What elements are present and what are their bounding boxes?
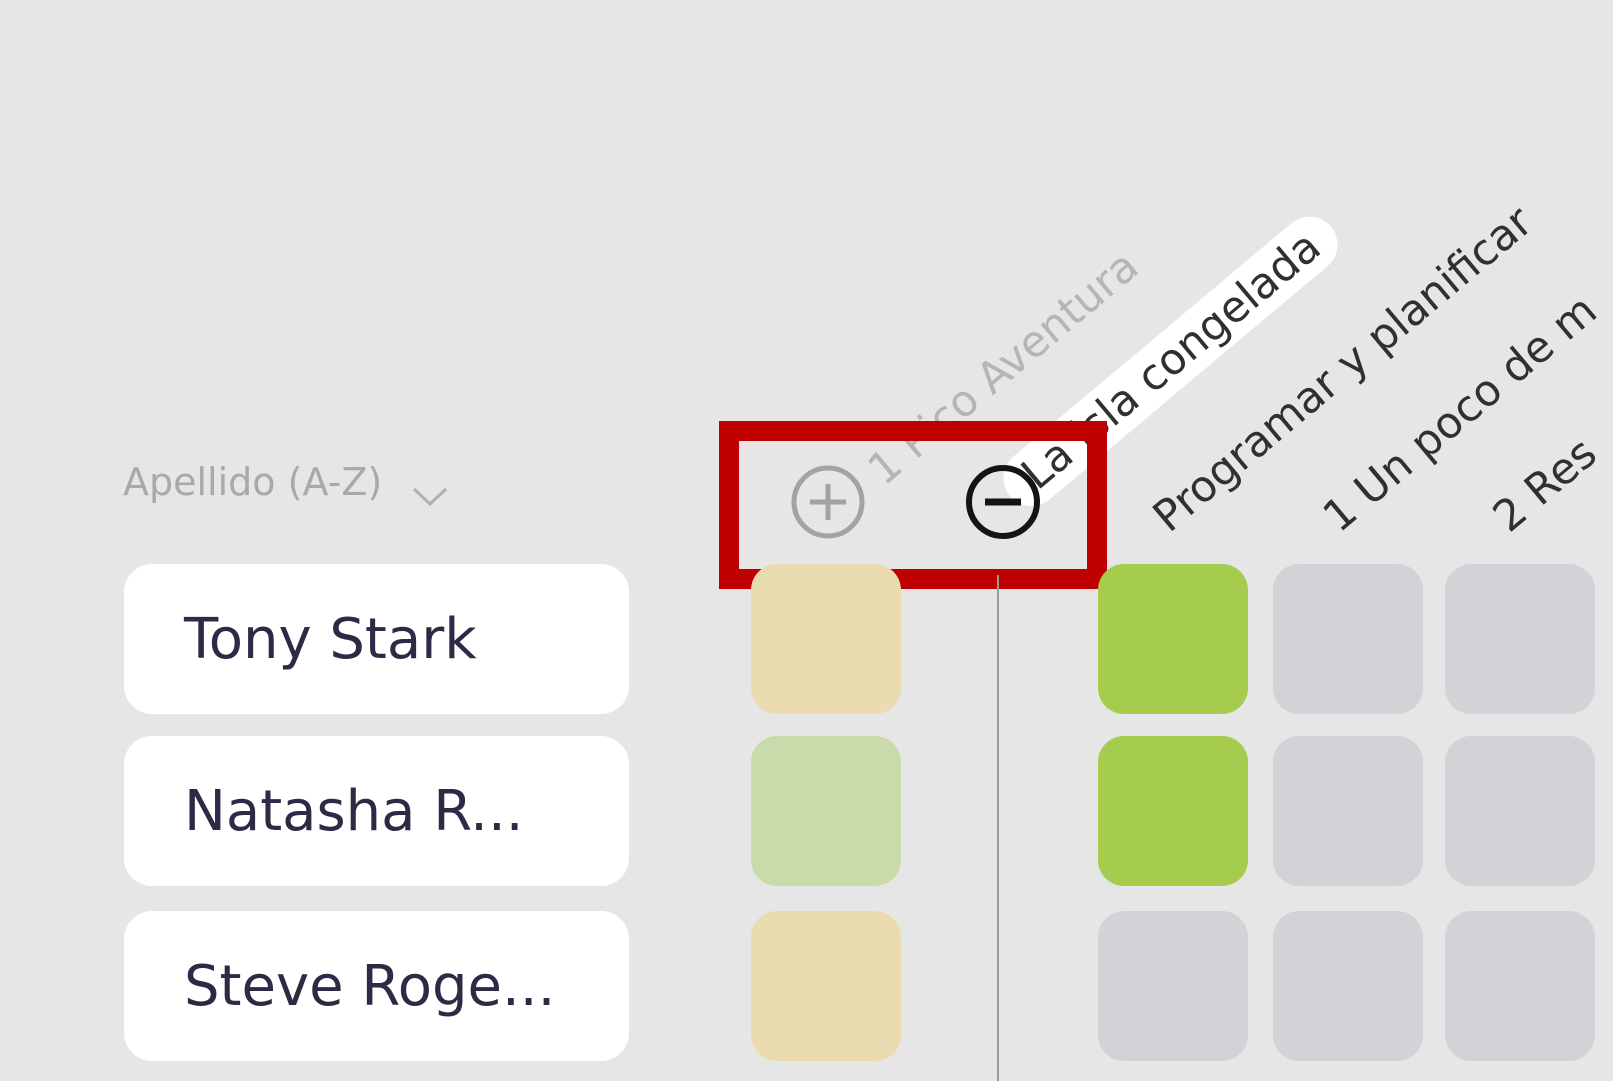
column-divider [997, 575, 999, 1081]
sort-label: Apellido (A-Z) [123, 460, 383, 504]
progress-cell-empty[interactable] [1273, 911, 1423, 1061]
column-header-res[interactable]: 2 Res [1482, 426, 1608, 545]
minus-circle-icon [966, 465, 1040, 539]
zoom-out-button[interactable] [963, 462, 1043, 542]
zoom-in-button[interactable] [788, 462, 868, 542]
student-name-natasha[interactable]: Natasha R... [124, 736, 629, 886]
progress-cell-empty[interactable] [1273, 736, 1423, 886]
progress-cell-empty[interactable] [1273, 564, 1423, 714]
progress-cell-completed[interactable] [1098, 564, 1248, 714]
chevron-down-icon [412, 472, 448, 507]
progress-cell-completed[interactable] [1098, 736, 1248, 886]
student-name-steve[interactable]: Steve Roge... [124, 911, 629, 1061]
progress-cell-pending[interactable] [751, 911, 901, 1061]
progress-cell-pending[interactable] [751, 564, 901, 714]
sort-dropdown[interactable]: Apellido (A-Z) [123, 452, 448, 512]
progress-cell-empty[interactable] [1445, 564, 1595, 714]
column-header-pico-aventura[interactable]: 1 Pico Aventura [857, 239, 1150, 498]
progress-grid: 1 Pico Aventura La isla congelada Progra… [0, 0, 1613, 1081]
plus-circle-icon [791, 465, 865, 539]
progress-cell-empty[interactable] [1445, 911, 1595, 1061]
progress-cell-empty[interactable] [1098, 911, 1248, 1061]
progress-cell-empty[interactable] [1445, 736, 1595, 886]
student-name-tony-stark[interactable]: Tony Stark [124, 564, 629, 714]
progress-cell-in-progress[interactable] [751, 736, 901, 886]
